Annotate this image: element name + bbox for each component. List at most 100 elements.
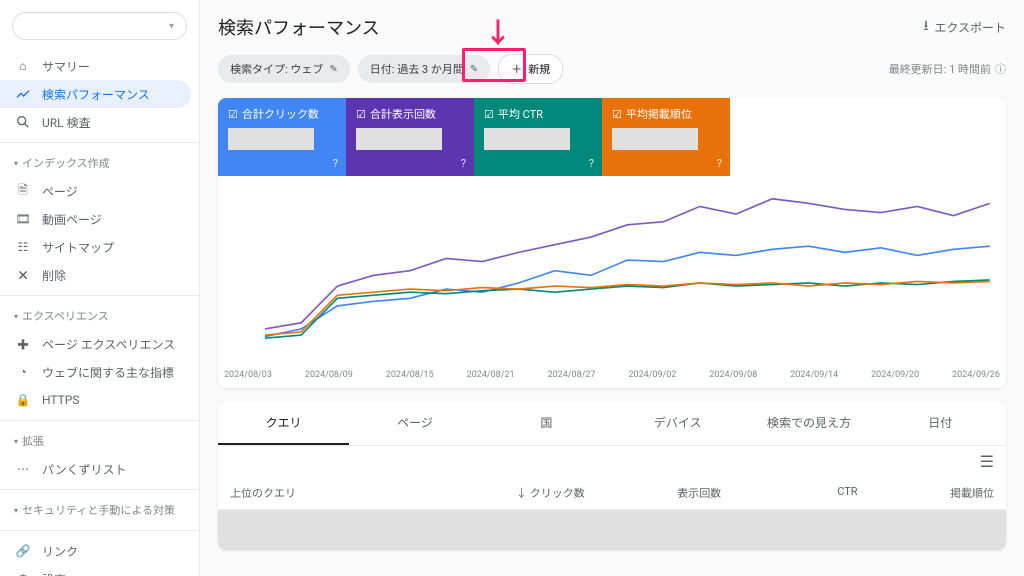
- sidebar-section-security[interactable]: セキュリティと手動による対策: [0, 496, 199, 524]
- tab-country[interactable]: 国: [481, 402, 612, 445]
- sidebar-item-video-pages[interactable]: 🎞 動画ページ: [0, 205, 199, 233]
- help-icon[interactable]: ⓘ: [995, 61, 1006, 77]
- filter-chip-label: 日付: 過去 3 か月間: [370, 61, 464, 77]
- help-icon[interactable]: ?: [333, 157, 338, 170]
- x-tick: 2024/08/03: [224, 370, 272, 380]
- sidebar-item-label: 検索パフォーマンス: [42, 86, 150, 103]
- filter-icon[interactable]: ☰: [980, 452, 994, 471]
- video-page-icon: 🎞: [14, 210, 32, 228]
- metric-label: 合計クリック数: [228, 106, 319, 122]
- sidebar-item-links[interactable]: 🔗 リンク: [0, 537, 199, 565]
- sidebar-item-url-inspect[interactable]: URL 検査: [0, 108, 199, 136]
- last-updated: 最終更新日: 1 時間前 ⓘ: [889, 61, 1006, 77]
- plus-circle-icon: ✚: [14, 335, 32, 353]
- x-tick: 2024/09/14: [790, 370, 838, 380]
- filter-chip-label: 検索タイプ: ウェブ: [230, 61, 323, 77]
- col-query[interactable]: 上位のクエリ: [230, 485, 448, 501]
- sidebar-item-label: サマリー: [42, 58, 90, 75]
- download-icon: ⭳: [923, 15, 928, 39]
- metric-value-mask: [228, 128, 314, 150]
- metric-ctr[interactable]: 平均 CTR ?: [474, 98, 602, 176]
- help-icon[interactable]: ?: [717, 157, 722, 170]
- col-clicks[interactable]: ↓ クリック数: [448, 485, 584, 501]
- breadcrumb-icon: ⋯: [14, 460, 32, 478]
- home-icon: ⌂: [14, 57, 32, 75]
- x-tick: 2024/08/15: [386, 370, 434, 380]
- metric-label: 平均掲載順位: [612, 106, 692, 122]
- main-content: 検索パフォーマンス ⭳ エクスポート 検索タイプ: ウェブ ✎ 日付: 過去 3…: [200, 0, 1024, 576]
- table-toolbar: ☰: [218, 446, 1006, 477]
- sidebar-item-https[interactable]: 🔒 HTTPS: [0, 386, 199, 414]
- metric-value-mask: [356, 128, 442, 150]
- sidebar-item-page-exp[interactable]: ✚ ページ エクスペリエンス: [0, 330, 199, 358]
- col-pos[interactable]: 掲載順位: [858, 485, 994, 501]
- tab-date[interactable]: 日付: [875, 402, 1006, 445]
- annotation-arrow: ↓: [484, 12, 512, 52]
- x-tick: 2024/08/21: [467, 370, 515, 380]
- filter-chip-search-type[interactable]: 検索タイプ: ウェブ ✎: [218, 55, 350, 83]
- col-ctr[interactable]: CTR: [721, 485, 857, 501]
- sidebar-item-label: サイトマップ: [42, 239, 114, 256]
- x-tick: 2024/09/26: [952, 370, 1000, 380]
- sidebar-item-label: ページ エクスペリエンス: [42, 336, 175, 353]
- metric-label: 平均 CTR: [484, 106, 543, 122]
- metric-position[interactable]: 平均掲載順位 ?: [602, 98, 730, 176]
- tab-appearance[interactable]: 検索での見え方: [743, 402, 874, 445]
- table-header-row: 上位のクエリ ↓ クリック数 表示回数 CTR 掲載順位: [218, 477, 1006, 510]
- speedometer-icon: ◔: [14, 363, 32, 381]
- lock-icon: 🔒: [14, 391, 32, 409]
- page-header: 検索パフォーマンス ⭳ エクスポート: [218, 14, 1006, 40]
- metric-value-mask: [484, 128, 570, 150]
- sidebar-item-label: 動画ページ: [42, 211, 102, 228]
- export-label: エクスポート: [934, 19, 1006, 36]
- x-tick: 2024/09/02: [628, 370, 676, 380]
- sidebar-item-summary[interactable]: ⌂ サマリー: [0, 52, 199, 80]
- performance-chart: [218, 176, 1006, 366]
- filter-chip-add[interactable]: ＋ 新規: [498, 54, 563, 84]
- sidebar-section-experience[interactable]: エクスペリエンス: [0, 302, 199, 330]
- tab-page[interactable]: ページ: [349, 402, 480, 445]
- edit-icon: ✎: [470, 64, 478, 75]
- help-icon[interactable]: ?: [589, 157, 594, 170]
- last-updated-label: 最終更新日: 1 時間前: [889, 61, 991, 77]
- export-button[interactable]: ⭳ エクスポート: [923, 15, 1006, 39]
- sidebar-item-label: 設定: [42, 571, 66, 576]
- sidebar-item-performance[interactable]: 検索パフォーマンス: [0, 80, 191, 108]
- chart-x-axis: 2024/08/03 2024/08/09 2024/08/15 2024/08/21…: [218, 366, 1006, 388]
- search-icon: [14, 113, 32, 131]
- x-tick: 2024/09/08: [709, 370, 757, 380]
- x-tick: 2024/09/20: [871, 370, 919, 380]
- tab-query[interactable]: クエリ: [218, 402, 349, 445]
- sidebar-item-settings[interactable]: ⚙ 設定: [0, 565, 199, 576]
- filter-chip-label: 新規: [528, 61, 550, 77]
- sidebar-item-label: 削除: [42, 267, 66, 284]
- filter-bar: 検索タイプ: ウェブ ✎ 日付: 過去 3 か月間 ✎ ＋ 新規 最終更新日: …: [218, 54, 1006, 84]
- property-selector[interactable]: [12, 12, 187, 40]
- col-impr[interactable]: 表示回数: [585, 485, 721, 501]
- sidebar-item-sitemaps[interactable]: ☷ サイトマップ: [0, 233, 199, 261]
- sidebar-item-breadcrumbs[interactable]: ⋯ パンくずリスト: [0, 455, 199, 483]
- sidebar-item-pages[interactable]: 🗎 ページ: [0, 177, 199, 205]
- metric-impressions[interactable]: 合計表示回数 ?: [346, 98, 474, 176]
- plus-icon: ＋: [511, 61, 522, 77]
- metric-label: 合計表示回数: [356, 106, 436, 122]
- x-tick: 2024/08/09: [305, 370, 353, 380]
- dimension-tabs: クエリ ページ 国 デバイス 検索での見え方 日付: [218, 402, 1006, 446]
- help-icon[interactable]: ?: [461, 157, 466, 170]
- table-body-mask: [218, 510, 1006, 550]
- edit-icon: ✎: [329, 64, 337, 75]
- sidebar-item-removals[interactable]: 🗙 削除: [0, 261, 199, 289]
- sidebar-item-label: URL 検査: [42, 114, 91, 131]
- tab-device[interactable]: デバイス: [612, 402, 743, 445]
- sidebar-item-label: リンク: [42, 543, 78, 560]
- sidebar-section-enhancements[interactable]: 拡張: [0, 427, 199, 455]
- sidebar-item-label: HTTPS: [42, 393, 80, 407]
- metric-value-mask: [612, 128, 698, 150]
- sidebar-item-label: パンくずリスト: [42, 461, 127, 478]
- query-table-card: クエリ ページ 国 デバイス 検索での見え方 日付 ☰ 上位のクエリ ↓ クリッ…: [218, 402, 1006, 550]
- metric-clicks[interactable]: 合計クリック数 ?: [218, 98, 346, 176]
- filter-chip-date[interactable]: 日付: 過去 3 か月間 ✎: [358, 55, 490, 83]
- sidebar-section-indexing[interactable]: インデックス作成: [0, 149, 199, 177]
- sitemap-icon: ☷: [14, 238, 32, 256]
- sidebar-item-core-vitals[interactable]: ◔ ウェブに関する主な指標: [0, 358, 199, 386]
